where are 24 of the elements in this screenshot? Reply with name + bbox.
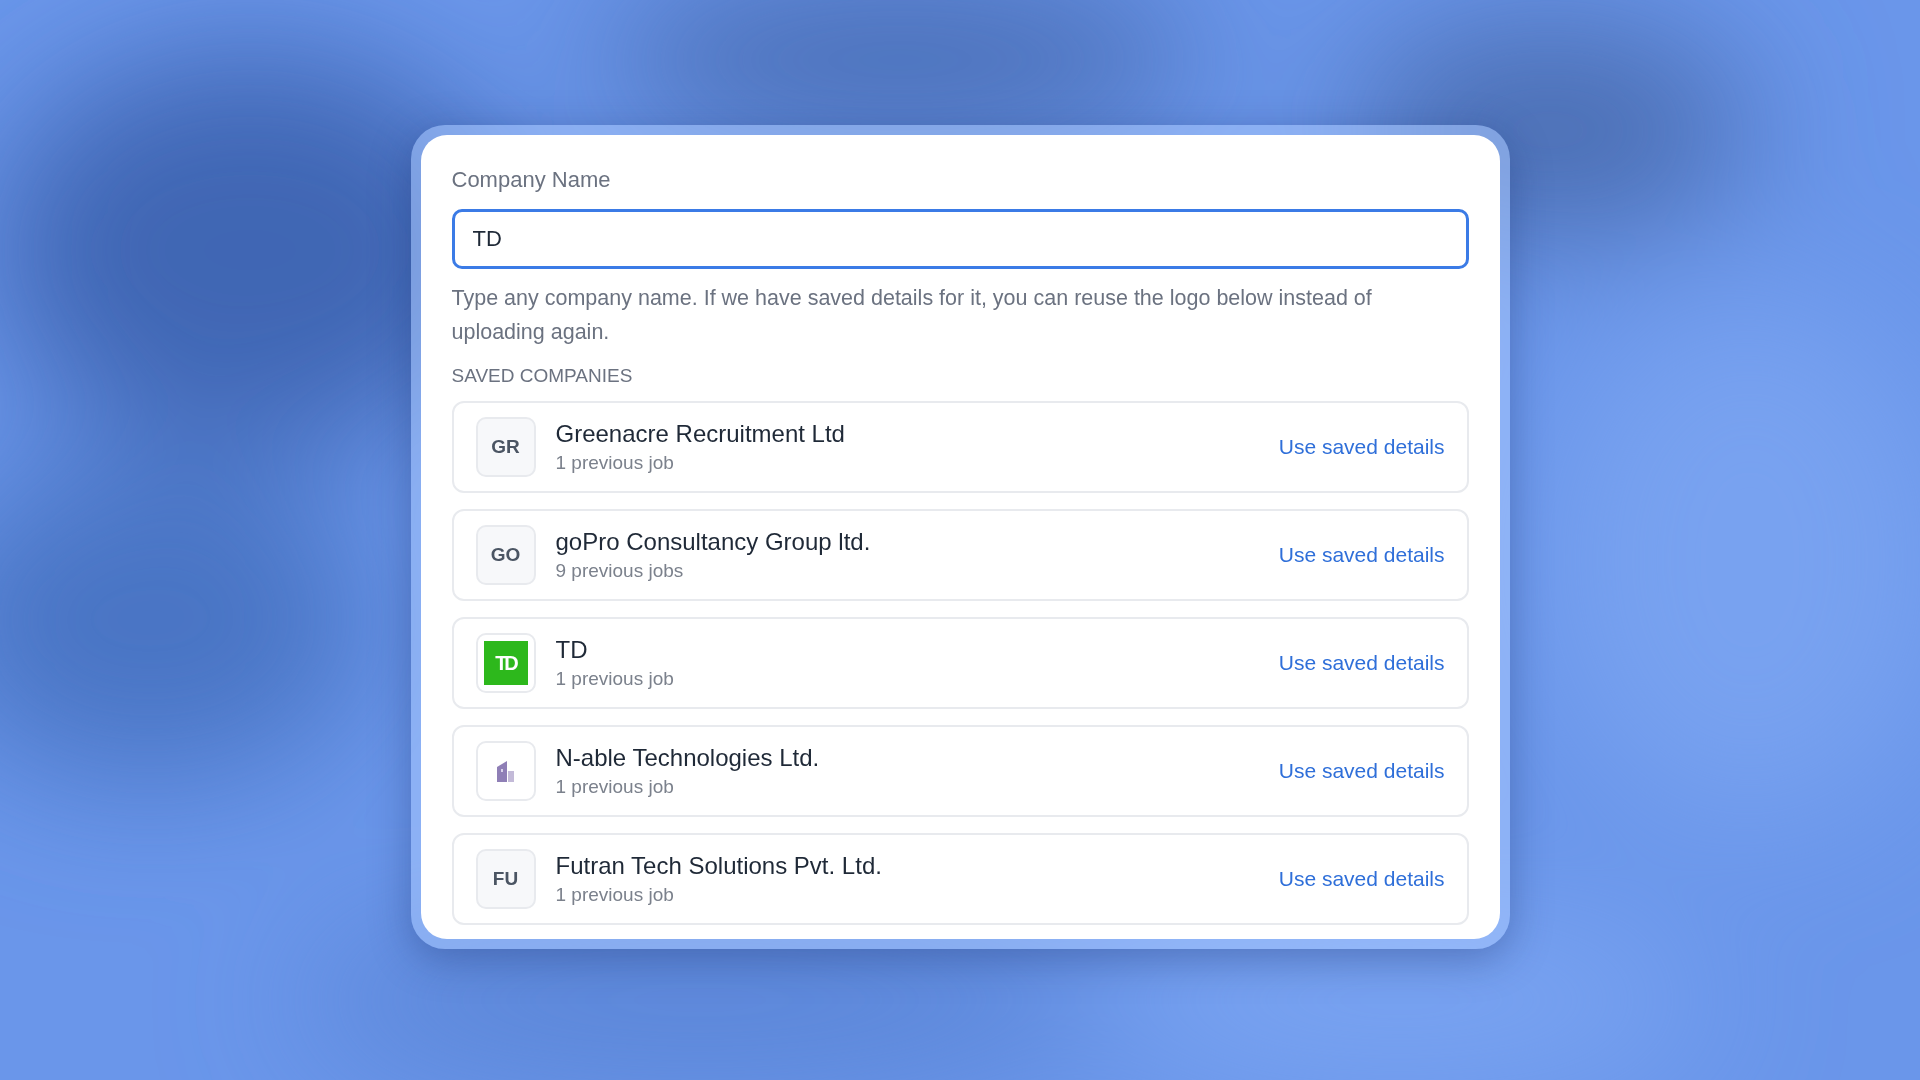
- job-count: 9 previous jobs: [555, 560, 684, 582]
- initials-avatar: FU: [475, 849, 536, 909]
- company-name: goPro Consultancy Group ltd.: [555, 528, 871, 556]
- company-name: Futran Tech Solutions Pvt. Ltd.: [555, 852, 882, 880]
- section-title: SAVED COMPANIES: [451, 365, 633, 387]
- use-saved-details-link[interactable]: Use saved details: [1278, 651, 1445, 675]
- building-icon: [494, 758, 517, 784]
- initials-avatar: GR: [475, 417, 536, 477]
- use-saved-details-link[interactable]: Use saved details: [1278, 543, 1445, 567]
- company-name-field[interactable]: TD: [451, 209, 1469, 269]
- field-label: Company Name: [451, 167, 611, 193]
- help-text: Type any company name. If we have saved details for it, you can reuse the logo below instead of uploading again.: [451, 285, 1373, 346]
- use-saved-details-link[interactable]: Use saved details: [1278, 759, 1445, 783]
- job-count: 1 previous job: [555, 452, 674, 474]
- company-name: Greenacre Recruitment Ltd: [555, 420, 845, 448]
- use-saved-details-link[interactable]: Use saved details: [1278, 435, 1445, 459]
- initials-avatar: GO: [475, 525, 536, 585]
- company-name: N-able Technologies Ltd.: [555, 744, 820, 772]
- job-count: 1 previous job: [555, 884, 674, 906]
- job-count: 1 previous job: [555, 776, 674, 798]
- use-saved-details-link[interactable]: Use saved details: [1278, 867, 1445, 891]
- logo-mark: TD: [483, 641, 528, 685]
- job-count: 1 previous job: [555, 668, 674, 690]
- company-name: TD: [555, 636, 588, 664]
